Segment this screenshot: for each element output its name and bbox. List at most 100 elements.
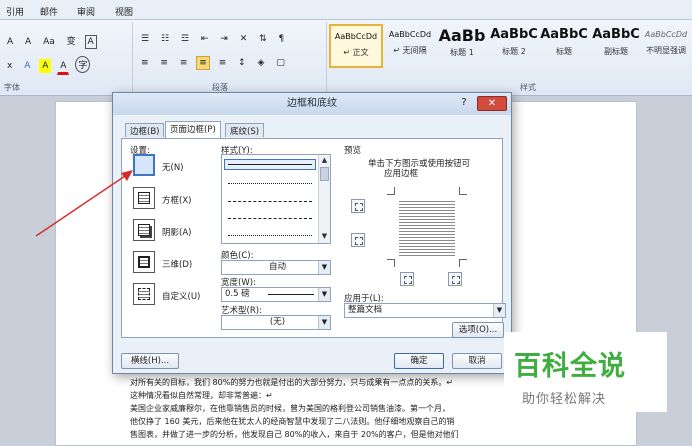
bullets-button[interactable]: ☰ [138,32,152,46]
chevron-down-icon[interactable]: ▼ [318,288,330,301]
style-heading-2[interactable]: AaBbC 标题 2 [487,24,541,68]
decrease-indent-button[interactable]: ⇤ [198,32,212,46]
bottom-border-button[interactable] [351,233,365,247]
style-heading-1[interactable]: AaBb 标题 1 [435,24,489,68]
style-sample: AaBbC [592,27,640,42]
horizontal-line-button[interactable]: 横线(H)... [121,353,179,369]
document-text-line: 对所有关的目标，我们 80%的努力也就是付出的大部分努力，只与成果有一点点的关系… [130,378,454,387]
asian-layout-button[interactable]: ✕ [237,32,251,46]
enclose-char-button[interactable]: 字 [75,56,91,73]
style-subtitle[interactable]: AaBbC 副标题 [589,24,643,68]
text-effect-button[interactable]: A [21,59,33,73]
close-button[interactable]: ✕ [477,96,507,111]
shading-button[interactable]: ◈ [255,56,268,70]
options-button[interactable]: 选项(O)... [452,322,504,338]
border-style-list[interactable]: ▲ ▼ [221,154,331,244]
ribbon: 引用 邮件 审阅 视图 A A Aa 变 A x A A A 字 字体 ☰ ☷ … [0,0,692,96]
menu-tab-bar: 引用 邮件 审阅 视图 [0,0,692,20]
chevron-down-icon[interactable]: ▼ [493,304,505,317]
style-subtle-emphasis[interactable]: AaBbCcDd 不明显强调 [640,24,692,68]
tab-shading[interactable]: 底纹(S) [225,123,265,137]
tab-panel: 设置: 无(N) 方框(X) 阴影(A) 三维(D) 自定义(U) 样式(Y):… [121,138,506,338]
long-dash-line-style[interactable] [228,218,312,219]
tab-page-border[interactable]: 页面边框(P) [165,121,221,138]
align-center-button[interactable]: ≡ [157,56,171,70]
cancel-button[interactable]: 取消 [452,353,502,369]
dashed-line-style[interactable] [228,201,312,202]
setting-custom-label[interactable]: 自定义(U) [162,290,200,302]
borders-button[interactable]: ▢ [273,56,288,70]
help-button[interactable]: ? [457,96,471,111]
increase-indent-button[interactable]: ⇥ [217,32,231,46]
chevron-down-icon[interactable]: ▼ [318,316,330,329]
style-normal[interactable]: AaBbCcDd ↵ 正文 [329,24,383,68]
char-border-button[interactable]: A [84,35,97,49]
left-border-button[interactable] [400,272,414,286]
preview-hint-line2: 应用边框 [384,169,419,179]
style-sample: AaBbC [490,27,538,42]
right-border-button[interactable] [448,272,462,286]
dialog-title-bar[interactable]: 边框和底纹 ? ✕ [113,93,511,115]
ok-button[interactable]: 确定 [394,353,444,369]
align-left-button[interactable]: ≡ [138,56,152,70]
style-list-scrollbar[interactable]: ▲ ▼ [318,155,330,243]
style-name: 不明显强调 [646,46,686,55]
show-marks-button[interactable]: ¶ [276,32,288,46]
font-color-button[interactable]: A [57,59,70,75]
solid-line-style[interactable] [228,164,312,165]
art-select[interactable]: (无) ▼ [221,315,331,330]
tab-references[interactable]: 引用 [6,5,24,18]
color-select[interactable]: 自动 ▼ [221,260,331,275]
style-name: 副标题 [604,47,628,56]
tab-view[interactable]: 视图 [115,5,133,18]
subscript-button[interactable]: x [4,59,15,73]
tab-review[interactable]: 审阅 [77,5,95,18]
watermark-logo: 百科全说 助你轻松解决 [504,332,667,412]
width-select[interactable]: 0.5 磅 ▼ [221,287,331,302]
setting-shadow-icon[interactable] [133,219,155,241]
setting-none-label[interactable]: 无(N) [162,161,184,173]
dash-dot-line-style[interactable] [228,235,312,236]
preview-label: 预览 [344,146,362,156]
top-border-button[interactable] [351,199,365,213]
highlight-button[interactable]: A [39,59,52,73]
shrink-font-button[interactable]: A [22,35,34,49]
setting-3d-label[interactable]: 三维(D) [162,258,192,270]
setting-box-label[interactable]: 方框(X) [162,194,191,206]
style-name: ↵ 无间隔 [393,46,427,55]
change-case-button[interactable]: Aa [40,35,58,49]
style-title[interactable]: AaBbC 标题 [537,24,591,68]
document-text-line: 售图表，并做了进一步的分析，他发现自己 80%的收入，来自于 20%的客户，但是… [130,430,459,439]
font-toolbar-row1: A A Aa 变 A [4,32,100,49]
setting-3d-icon[interactable] [133,251,155,273]
distributed-button[interactable]: ≡ [216,56,230,70]
borders-shading-dialog: 边框和底纹 ? ✕ 边框(B) 页面边框(P) 底纹(S) 设置: 无(N) 方… [112,92,512,374]
phonetic-guide-button[interactable]: 变 [64,32,79,49]
numbering-button[interactable]: ☷ [158,32,172,46]
preview-page[interactable] [387,187,467,267]
scroll-up-icon[interactable]: ▲ [319,155,330,166]
line-spacing-button[interactable]: ↕ [235,56,249,70]
chevron-down-icon[interactable]: ▼ [318,261,330,274]
style-no-spacing[interactable]: AaBbCcDd ↵ 无间隔 [383,24,437,68]
corner-mark [459,187,467,195]
tab-borders[interactable]: 边框(B) [125,123,165,137]
justify-button[interactable]: ≡ [196,56,210,70]
setting-custom-icon[interactable] [133,283,155,305]
setting-shadow-label[interactable]: 阴影(A) [162,226,191,238]
setting-box-icon[interactable] [133,187,155,209]
scroll-down-icon[interactable]: ▼ [319,231,330,242]
grow-font-button[interactable]: A [4,35,16,49]
document-text-line: 美国企业家威廉穆尔，在他靠销售员的时候，曾为美国的格利登公司销售油漆。第一个月， [130,404,450,413]
styles-group-label: 样式 [520,83,536,92]
scroll-thumb[interactable] [320,167,329,181]
font-group-label: 字体 [4,83,20,92]
sort-button[interactable]: ⇅ [256,32,270,46]
dotted-line-style[interactable] [228,183,312,184]
tab-mailings[interactable]: 邮件 [40,5,58,18]
corner-mark [387,187,395,195]
align-right-button[interactable]: ≡ [177,56,191,70]
multilevel-list-button[interactable]: ☲ [178,32,192,46]
apply-to-select[interactable]: 整篇文档 ▼ [344,303,506,318]
setting-none-icon[interactable] [133,154,155,176]
